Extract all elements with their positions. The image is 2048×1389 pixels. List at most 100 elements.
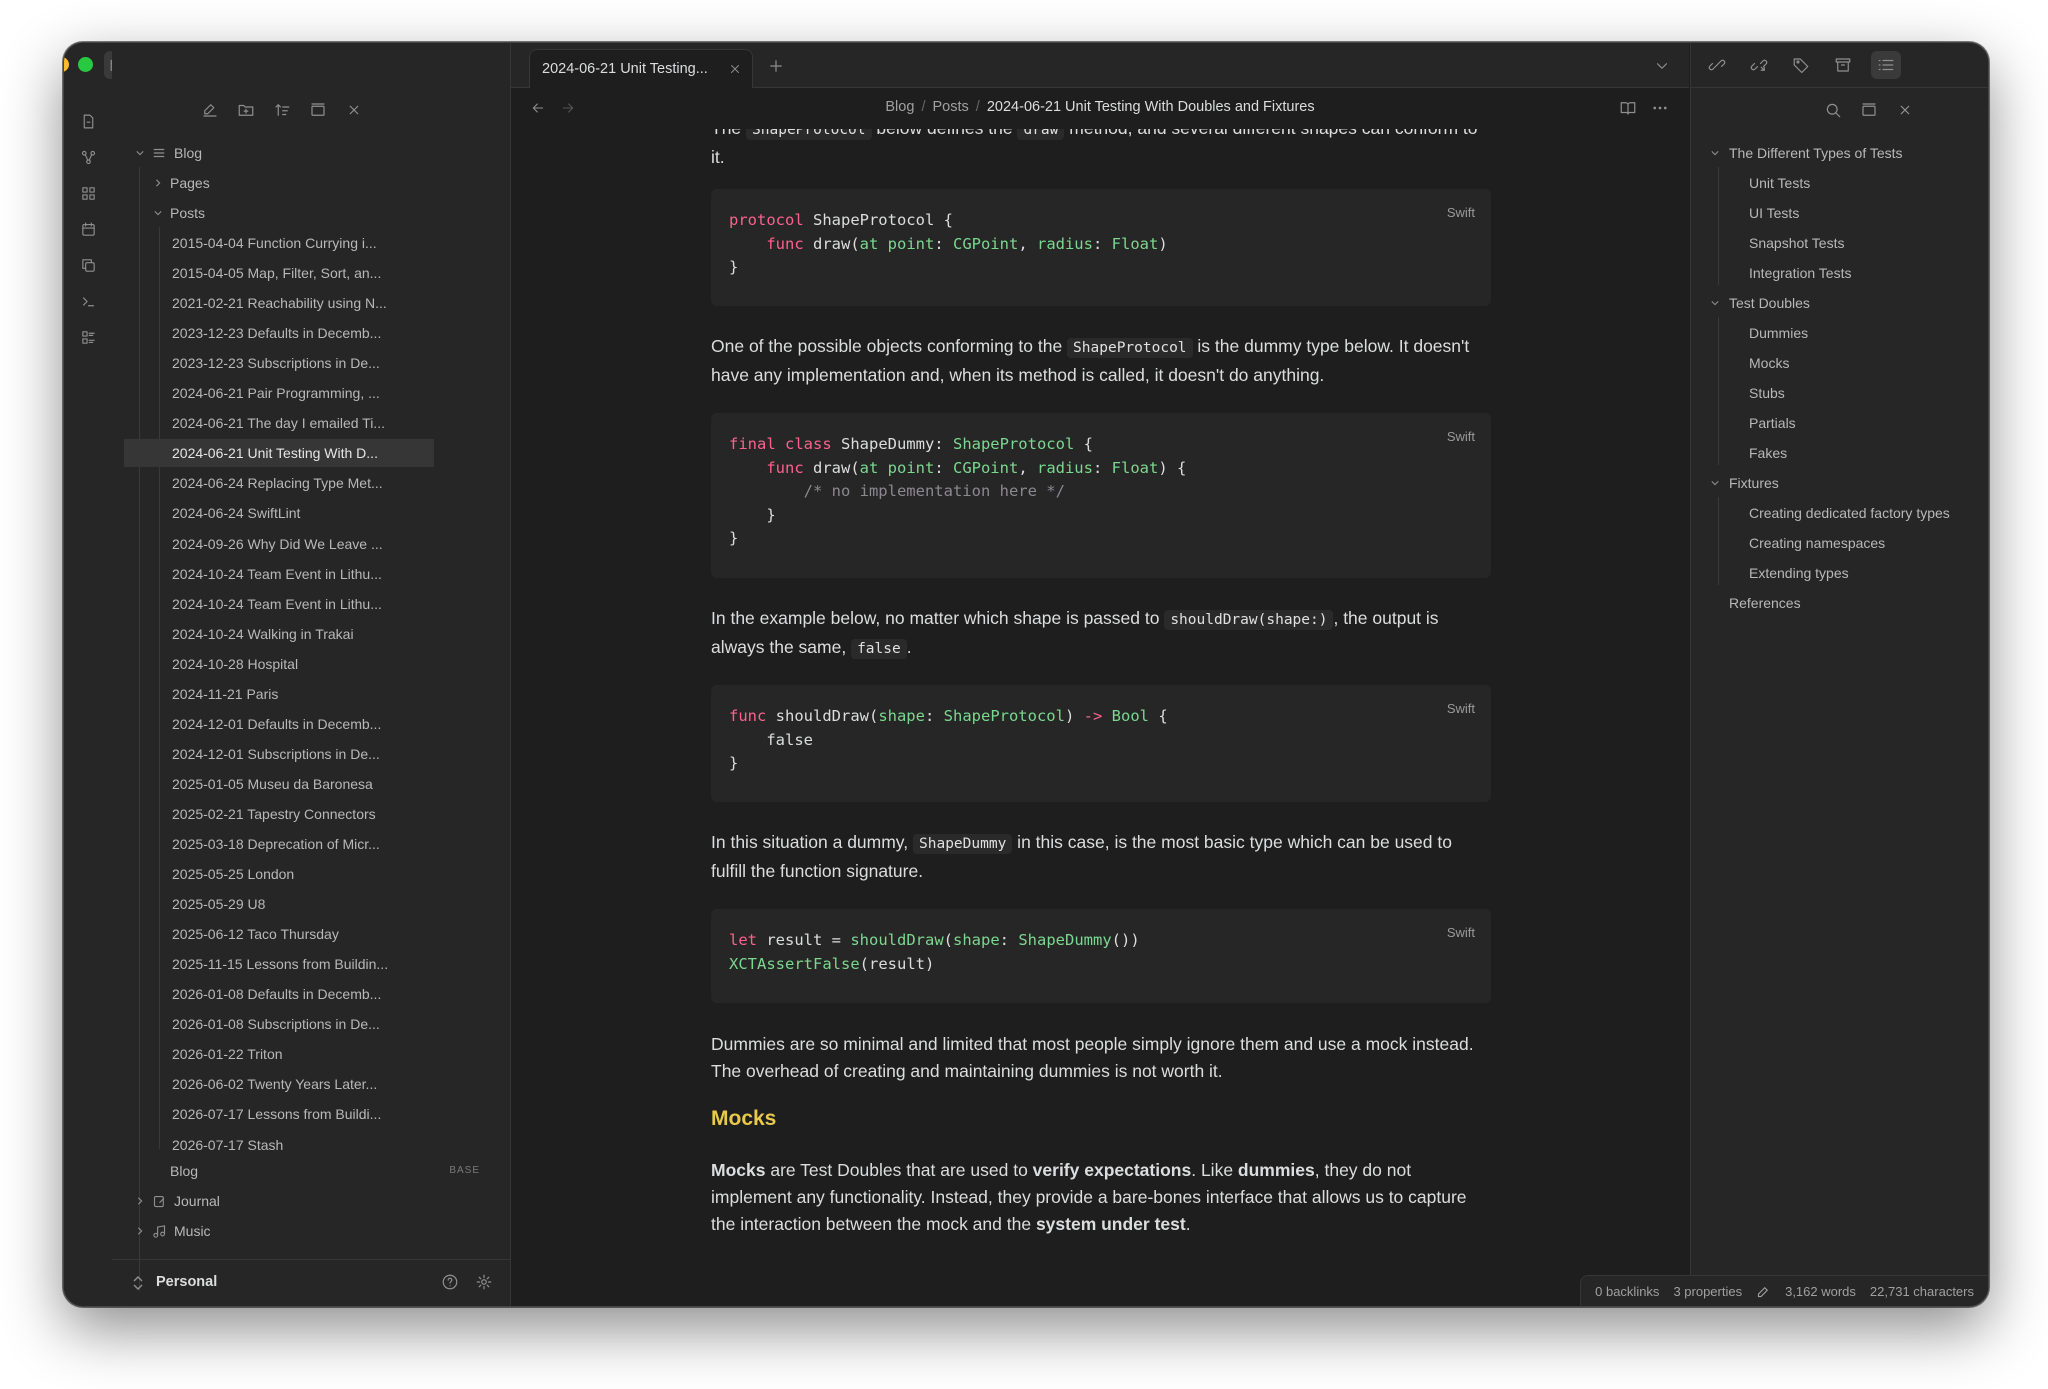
breadcrumb-current[interactable]: 2024-06-21 Unit Testing With Doubles and…: [987, 99, 1315, 115]
outline-subheading[interactable]: UI Tests: [1749, 199, 1799, 227]
collapse-icon[interactable]: [1855, 96, 1883, 124]
outline-subheading[interactable]: Snapshot Tests: [1749, 229, 1844, 257]
new-note-icon[interactable]: [196, 96, 224, 124]
tree-file-post[interactable]: 2025-11-15 Lessons from Buildin...: [172, 950, 472, 978]
tree-label: 2024-06-21 The day I emailed Ti...: [172, 415, 385, 432]
tab-list-chevron-icon[interactable]: [1651, 55, 1673, 77]
tree-file-post[interactable]: 2024-12-01 Defaults in Decemb...: [172, 710, 472, 738]
graph-icon[interactable]: [74, 143, 102, 171]
tree-file-post[interactable]: 2024-06-24 SwiftLint: [172, 499, 472, 527]
status-backlinks[interactable]: 0 backlinks: [1595, 1284, 1659, 1299]
breadcrumb-blog[interactable]: Blog: [885, 99, 914, 115]
close-tab-icon[interactable]: [726, 60, 744, 78]
tree-file-post[interactable]: 2025-05-25 London: [172, 860, 472, 888]
tree-file-post[interactable]: 2026-01-08 Subscriptions in De...: [172, 1010, 472, 1038]
outline-icon[interactable]: [1871, 51, 1901, 79]
outline-heading[interactable]: References: [1729, 589, 1801, 617]
outline-subheading[interactable]: Partials: [1749, 409, 1796, 437]
tree-file-post[interactable]: 2024-11-21 Paris: [172, 680, 472, 708]
outline-subheading[interactable]: Stubs: [1749, 379, 1785, 407]
tree-file-post[interactable]: 2025-02-21 Tapestry Connectors: [172, 800, 472, 828]
code-block[interactable]: Swift final class ShapeDummy: ShapeProto…: [711, 413, 1491, 578]
tree-label: 2025-05-25 London: [172, 866, 295, 883]
code-block[interactable]: Swift protocol ShapeProtocol { func draw…: [711, 189, 1491, 306]
terminal-icon[interactable]: [74, 287, 102, 315]
tree-file-post[interactable]: 2024-06-24 Replacing Type Met...: [172, 469, 472, 497]
blocks-icon[interactable]: [74, 179, 102, 207]
outgoing-links-icon[interactable]: [1745, 51, 1773, 79]
tree-label: 2015-04-04 Function Currying i...: [172, 235, 377, 251]
list-icon[interactable]: [74, 323, 102, 351]
tag-icon[interactable]: [1787, 51, 1815, 79]
edit-mode-icon[interactable]: [1756, 1284, 1771, 1299]
outline-subheading[interactable]: Integration Tests: [1749, 259, 1851, 287]
help-icon[interactable]: [438, 1270, 462, 1294]
tree-file-post[interactable]: 2024-06-21 Pair Programming, ...: [172, 379, 472, 407]
tree-file-post[interactable]: 2025-05-29 U8: [172, 890, 472, 918]
collapse-icon[interactable]: [304, 96, 332, 124]
tree-folder-music[interactable]: Music: [132, 1217, 492, 1245]
archive-icon[interactable]: [1829, 51, 1857, 79]
tree-file-post[interactable]: 2026-01-08 Defaults in Decemb...: [172, 980, 472, 1008]
tree-file-post[interactable]: 2015-04-05 Map, Filter, Sort, an...: [172, 259, 472, 287]
breadcrumb-posts[interactable]: Posts: [933, 99, 969, 115]
outline-subheading[interactable]: Unit Tests: [1749, 169, 1810, 197]
file-icon[interactable]: [74, 107, 102, 135]
tree-file-post[interactable]: 2024-10-28 Hospital: [172, 650, 472, 678]
reading-view-icon[interactable]: [1617, 97, 1639, 119]
editor-scroll[interactable]: The ShapeProtocol below defines the draw…: [511, 129, 1689, 1306]
zoom-window-button[interactable]: [78, 57, 93, 72]
status-properties[interactable]: 3 properties: [1673, 1284, 1742, 1299]
tab-active-note[interactable]: 2024-06-21 Unit Testing...: [529, 49, 753, 88]
tree-file-post[interactable]: 2024-10-24 Team Event in Lithu...: [172, 590, 472, 618]
tree-file-post[interactable]: 2024-09-26 Why Did We Leave ...: [172, 530, 472, 558]
copy-icon[interactable]: [74, 251, 102, 279]
tree-file-post[interactable]: 2015-04-04 Function Currying i...: [172, 229, 472, 257]
outline-subheading[interactable]: Creating namespaces: [1749, 529, 1885, 557]
tree-file-post[interactable]: 2024-10-24 Team Event in Lithu...: [172, 560, 472, 588]
gear-icon[interactable]: [472, 1270, 496, 1294]
tree-file-post[interactable]: 2024-12-01 Subscriptions in De...: [172, 740, 472, 768]
more-options-icon[interactable]: [1649, 97, 1671, 119]
tree-file-post[interactable]: 2026-07-17 Stash: [172, 1131, 472, 1159]
tree-file-post[interactable]: 2023-12-23 Subscriptions in De...: [172, 349, 472, 377]
tree-folder-journal[interactable]: Journal: [132, 1187, 492, 1215]
tree-file-post[interactable]: 2021-02-21 Reachability using N...: [172, 289, 472, 317]
close-icon[interactable]: [1891, 96, 1919, 124]
new-tab-icon[interactable]: [765, 55, 787, 77]
outline-subheading[interactable]: Creating dedicated factory types: [1749, 499, 1950, 527]
tree-file-post[interactable]: 2026-06-02 Twenty Years Later...: [172, 1070, 472, 1098]
tree-file-post[interactable]: 2024-10-24 Walking in Trakai: [172, 620, 472, 648]
tree-label: 2024-10-24 Walking in Trakai: [172, 625, 354, 642]
tree-file-post[interactable]: 2024-06-21 The day I emailed Ti...: [172, 409, 472, 437]
outline-subheading[interactable]: Mocks: [1749, 349, 1789, 377]
tree-label: 2026-06-02 Twenty Years Later...: [172, 1076, 378, 1093]
tree-file-post[interactable]: 2025-01-05 Museu da Baronesa: [172, 770, 472, 798]
sort-icon[interactable]: [268, 96, 296, 124]
new-folder-icon[interactable]: [232, 96, 260, 124]
tree-file-post[interactable]: 2025-03-18 Deprecation of Micr...: [172, 830, 472, 858]
code-block[interactable]: Swift let result = shouldDraw(shape: Sha…: [711, 909, 1491, 1003]
vault-name[interactable]: Personal: [156, 1274, 217, 1290]
tree-file-blog-base[interactable]: Blog BASE: [152, 1157, 492, 1185]
calendar-icon[interactable]: [74, 215, 102, 243]
outline-subheading[interactable]: Extending types: [1749, 559, 1849, 587]
tree-folder-blog[interactable]: Blog: [132, 139, 492, 167]
tree-folder-pages[interactable]: Pages: [152, 169, 492, 197]
tree-file-post[interactable]: 2026-07-17 Lessons from Buildi...: [172, 1100, 472, 1128]
close-icon[interactable]: [340, 96, 368, 124]
minimize-window-button[interactable]: [64, 57, 69, 72]
chevron-down-icon: [1711, 301, 1719, 306]
tree-file-post[interactable]: 2023-12-23 Defaults in Decemb...: [172, 319, 472, 347]
search-icon[interactable]: [1819, 96, 1847, 124]
chevron-updown-icon[interactable]: [132, 1276, 144, 1290]
tree-file-post[interactable]: 2024-06-21 Unit Testing With D...: [124, 439, 434, 468]
outline-subheading[interactable]: Fakes: [1749, 439, 1787, 467]
tree-label: 2026-01-22 Triton: [172, 1046, 283, 1063]
outline-subheading[interactable]: Dummies: [1749, 319, 1808, 347]
code-block[interactable]: Swift func shouldDraw(shape: ShapeProtoc…: [711, 685, 1491, 802]
tree-folder-posts[interactable]: Posts: [152, 199, 492, 227]
tree-file-post[interactable]: 2025-06-12 Taco Thursday: [172, 920, 472, 948]
backlinks-icon[interactable]: [1703, 51, 1731, 79]
tree-file-post[interactable]: 2026-01-22 Triton: [172, 1040, 472, 1068]
